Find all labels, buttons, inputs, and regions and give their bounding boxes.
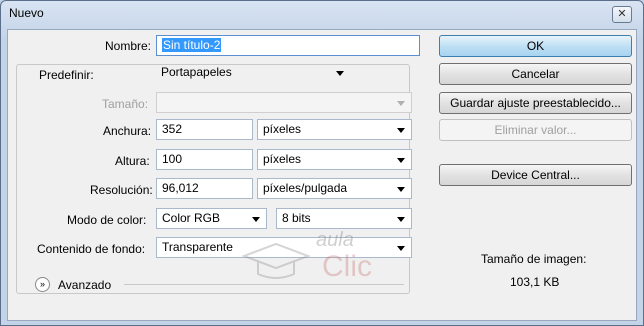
chevron-down-icon xyxy=(397,217,405,222)
avanzado-divider xyxy=(124,284,404,285)
nombre-input[interactable]: Sin título-2 xyxy=(156,35,420,56)
modo-color-value: Color RGB xyxy=(162,211,221,225)
save-preset-button[interactable]: Guardar ajuste preestablecido... xyxy=(439,92,632,114)
resolucion-unit-select[interactable]: píxeles/pulgada xyxy=(257,178,412,199)
dialog-body: Nombre: Sin título-2 Predefinir: Portapa… xyxy=(7,29,637,321)
title-bar[interactable]: Nuevo ✕ xyxy=(1,1,643,27)
chevron-down-icon xyxy=(397,158,405,163)
nombre-label: Nombre: xyxy=(105,39,152,53)
chevron-down-icon xyxy=(397,187,405,192)
contenido-fondo-value: Transparente xyxy=(162,240,233,254)
anchura-input[interactable]: 352 xyxy=(156,119,253,140)
aulaclic-logo: aula Clic xyxy=(241,229,372,283)
logo-text-clic: Clic xyxy=(322,250,372,283)
logo-text-aula: aula xyxy=(316,229,354,251)
tamano-label: Tamaño: xyxy=(102,97,149,111)
predefinir-label: Predefinir: xyxy=(36,68,97,82)
contenido-fondo-label: Contenido de fondo: xyxy=(37,242,146,256)
altura-input[interactable]: 100 xyxy=(156,149,253,170)
altura-unit-select[interactable]: píxeles xyxy=(257,149,412,170)
window-title: Nuevo xyxy=(9,6,44,20)
device-central-button[interactable]: Device Central... xyxy=(439,164,632,186)
resolucion-input[interactable]: 96,012 xyxy=(156,178,253,199)
anchura-label: Anchura: xyxy=(103,124,152,138)
resolucion-unit-value: píxeles/pulgada xyxy=(263,181,348,195)
delete-preset-button: Eliminar valor... xyxy=(439,119,632,141)
chevron-down-icon xyxy=(397,246,405,251)
image-size-value: 103,1 KB xyxy=(510,275,560,289)
close-icon[interactable]: ✕ xyxy=(612,6,632,23)
expand-chevron-icon[interactable]: » xyxy=(35,277,50,292)
avanzado-label[interactable]: Avanzado xyxy=(58,278,111,292)
dialog-window: Nuevo ✕ Nombre: Sin título-2 Predefinir:… xyxy=(0,0,644,326)
nombre-value: Sin título-2 xyxy=(162,38,222,52)
modo-color-label: Modo de color: xyxy=(67,213,147,227)
chevron-down-icon xyxy=(397,128,405,133)
altura-label: Altura: xyxy=(115,154,150,168)
cancel-button[interactable]: Cancelar xyxy=(439,63,632,85)
chevron-down-icon xyxy=(336,71,344,76)
anchura-unit-select[interactable]: píxeles xyxy=(257,119,412,140)
ok-button[interactable]: OK xyxy=(439,35,632,57)
image-size-label: Tamaño de imagen: xyxy=(481,252,587,266)
anchura-unit-value: píxeles xyxy=(263,122,302,136)
predefinir-value: Portapapeles xyxy=(161,65,232,79)
tamano-select xyxy=(156,92,412,113)
resolucion-label: Resolución: xyxy=(90,183,153,197)
chevron-down-icon xyxy=(397,101,405,106)
altura-unit-value: píxeles xyxy=(263,152,302,166)
predefinir-select[interactable]: Portapapeles xyxy=(156,63,350,84)
